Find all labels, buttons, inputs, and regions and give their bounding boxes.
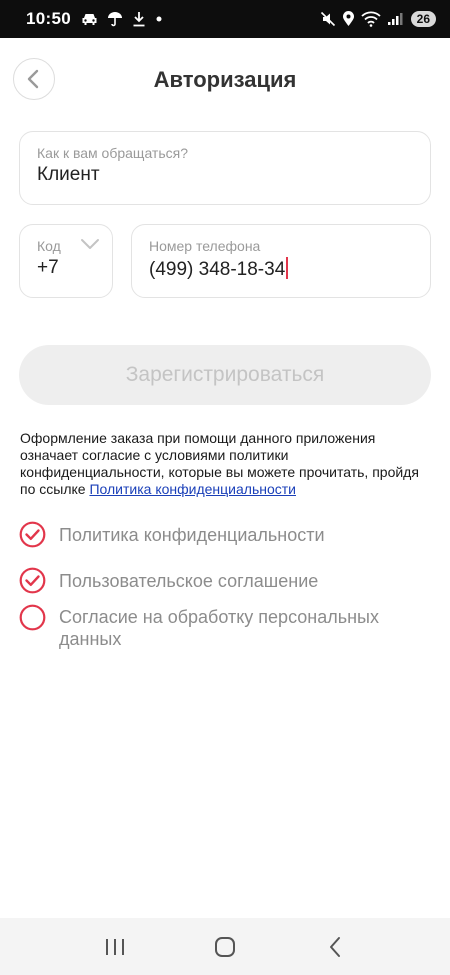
system-nav-bar xyxy=(0,918,450,975)
wifi-icon xyxy=(361,11,381,27)
agreement-privacy-policy[interactable]: Политика конфиденциальности xyxy=(19,521,419,548)
text-cursor xyxy=(286,257,289,279)
status-bar: 10:50 26 xyxy=(0,0,450,38)
checkbox-checked-icon[interactable] xyxy=(19,521,46,548)
agreement-label: Политика конфиденциальности xyxy=(59,525,325,545)
phone-field-label: Номер телефона xyxy=(149,238,261,254)
page-title: Авторизация xyxy=(153,67,297,92)
privacy-notice: Оформление заказа при помощи данного при… xyxy=(20,430,432,498)
car-icon xyxy=(81,12,98,26)
recent-apps-icon xyxy=(106,938,124,955)
checkbox-checked-icon[interactable] xyxy=(19,567,46,594)
phone-field-text: (499) 348-18-34 xyxy=(149,259,286,280)
system-icons: 26 xyxy=(320,11,436,27)
phone-field-value[interactable]: (499) 348-18-34 xyxy=(149,257,289,281)
notification-icons xyxy=(81,11,163,27)
name-field[interactable]: Как к вам обращаться? Клиент xyxy=(19,131,431,205)
header: Авторизация xyxy=(0,38,450,124)
code-field-value: +7 xyxy=(37,257,59,278)
location-icon xyxy=(342,11,355,27)
back-nav-button[interactable] xyxy=(315,927,355,967)
chevron-down-icon xyxy=(80,237,100,255)
country-code-select[interactable]: Код +7 xyxy=(19,224,113,298)
agreement-personal-data[interactable]: Согласие на обработку персональных данны… xyxy=(19,604,419,650)
code-field-label: Код xyxy=(37,238,61,254)
home-icon xyxy=(215,936,235,957)
dot-icon xyxy=(155,15,163,23)
register-button[interactable]: Зарегистрироваться xyxy=(19,345,431,405)
agreement-label: Согласие на обработку персональных данны… xyxy=(59,607,379,649)
battery-indicator: 26 xyxy=(410,11,436,27)
agreement-label: Пользовательское соглашение xyxy=(59,571,319,591)
mute-icon xyxy=(320,11,336,27)
name-field-label: Как к вам обращаться? xyxy=(37,145,188,161)
umbrella-icon xyxy=(107,11,123,27)
signal-icon xyxy=(387,12,403,26)
status-time: 10:50 xyxy=(26,9,71,28)
download-icon xyxy=(132,11,146,27)
home-button[interactable] xyxy=(205,927,245,967)
agreement-user-terms[interactable]: Пользовательское соглашение xyxy=(19,567,419,594)
back-icon xyxy=(330,936,340,957)
phone-field[interactable]: Номер телефона (499) 348-18-34 xyxy=(131,224,431,298)
name-field-value[interactable]: Клиент xyxy=(37,164,100,186)
checkbox-unchecked-icon[interactable] xyxy=(19,604,46,631)
privacy-policy-link[interactable]: Политика конфиденциальности xyxy=(89,481,296,497)
recent-apps-button[interactable] xyxy=(95,927,135,967)
